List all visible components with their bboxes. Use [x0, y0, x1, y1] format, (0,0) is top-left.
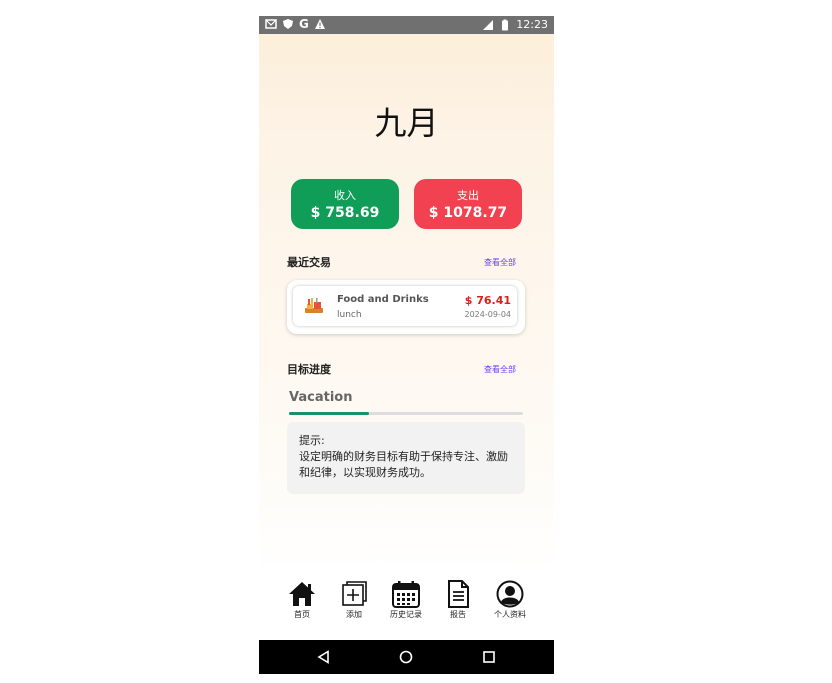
shield-icon [283, 19, 293, 29]
transaction-date: 2024-09-04 [464, 310, 512, 319]
food-icon [305, 298, 323, 313]
status-bar: G 12:23 [259, 16, 554, 34]
phone-screen: G 12:23 九月 收入 $ 758.69 支出 $ 1078.77 最近交易… [259, 16, 554, 674]
google-icon: G [299, 17, 309, 31]
nav-history[interactable]: 历史记录 [384, 580, 428, 620]
home-circle-icon[interactable] [399, 650, 413, 664]
recent-transactions-list: Food and Drinks lunch $ 76.41 2024-09-04 [287, 280, 525, 334]
nav-profile[interactable]: 个人资料 [488, 580, 532, 620]
nav-home-label: 首页 [294, 610, 310, 619]
nav-history-label: 历史记录 [390, 610, 422, 619]
month-title: 九月 [374, 104, 439, 142]
warning-icon [314, 19, 325, 29]
tip-box: 提示: 设定明确的财务目标有助于保持专注、激励和纪律，以实现财务成功。 [287, 422, 525, 494]
back-icon[interactable] [317, 650, 331, 664]
nav-report[interactable]: 报告 [436, 580, 480, 620]
expense-label: 支出 [457, 189, 479, 202]
calendar-icon [392, 581, 420, 608]
nav-home[interactable]: 首页 [280, 580, 324, 620]
nav-add[interactable]: 添加 [332, 580, 376, 620]
nav-profile-label: 个人资料 [494, 610, 526, 619]
transaction-note: lunch [337, 310, 362, 320]
add-icon [342, 581, 367, 606]
tip-title: 提示: [299, 434, 325, 447]
transaction-amount: $ 76.41 [464, 294, 511, 307]
goals-see-all-link[interactable]: 查看全部 [484, 364, 516, 375]
system-nav-bar [259, 640, 554, 674]
income-label: 收入 [334, 189, 356, 202]
income-amount: $ 758.69 [310, 205, 380, 221]
gmail-icon [265, 19, 277, 29]
recent-see-all-link[interactable]: 查看全部 [484, 257, 516, 268]
goal-name: Vacation [289, 390, 353, 405]
status-left-icons: G [265, 18, 326, 30]
profile-icon [496, 580, 524, 608]
goal-progress-bar [289, 412, 523, 415]
expense-card[interactable]: 支出 $ 1078.77 [414, 179, 522, 229]
transaction-item[interactable]: Food and Drinks lunch $ 76.41 2024-09-04 [293, 286, 517, 326]
expense-amount: $ 1078.77 [428, 205, 508, 221]
tip-body: 设定明确的财务目标有助于保持专注、激励和纪律，以实现财务成功。 [299, 450, 508, 479]
bottom-nav: 首页 添加 历史记录 报告 个人资料 [259, 574, 554, 640]
nav-add-label: 添加 [346, 610, 362, 619]
goal-progress-fill [289, 412, 369, 415]
recents-icon[interactable] [483, 651, 495, 663]
signal-icon [483, 19, 494, 30]
nav-report-label: 报告 [450, 610, 466, 619]
income-card[interactable]: 收入 $ 758.69 [291, 179, 399, 229]
report-icon [448, 580, 469, 608]
recent-transactions-title: 最近交易 [287, 256, 331, 269]
transaction-category: Food and Drinks [337, 294, 429, 305]
goal-progress-title: 目标进度 [287, 363, 331, 376]
status-right-icons: 12:23 [482, 18, 548, 31]
home-icon [289, 582, 315, 606]
battery-icon [502, 19, 509, 30]
status-time: 12:23 [516, 18, 548, 31]
